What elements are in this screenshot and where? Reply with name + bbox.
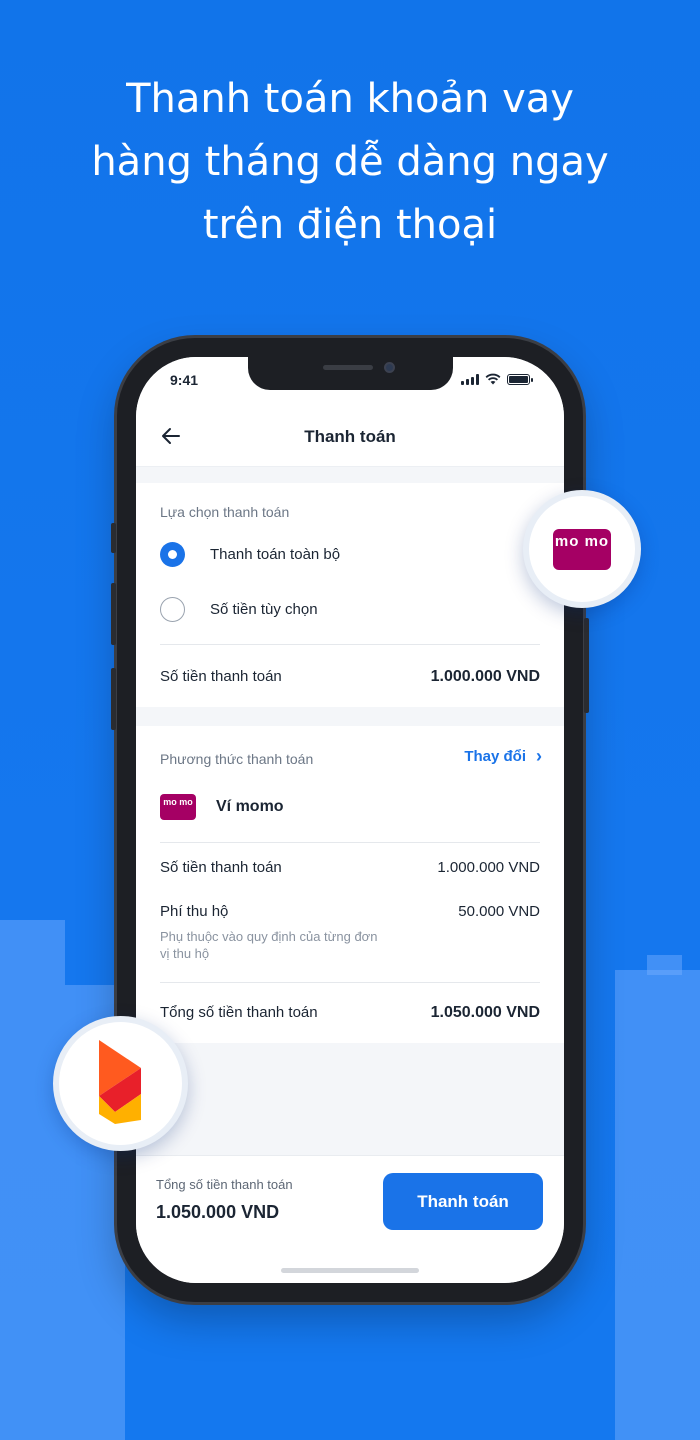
phone-power-button [584,618,589,713]
phone-volume-up [111,583,116,645]
bottom-total-value: 1.050.000 VND [156,1202,280,1222]
phone-notch [248,357,453,390]
home-indicator [281,1268,419,1273]
page-title: Thanh toán [304,427,396,446]
momo-logo-icon: mo mo [553,529,611,570]
payment-options-label: Lựa chọn thanh toán [160,504,290,520]
payment-method-label: Phương thức thanh toán [160,751,314,767]
change-label: Thay đổi [464,748,526,765]
divider [160,982,540,983]
status-icons [461,373,533,385]
amount-label: Số tiền thanh toán [160,859,282,876]
wifi-icon [485,373,501,385]
fee-value: 50.000 VND [458,903,540,920]
chevron-right-icon: › [536,746,542,766]
bottom-bar: Tổng số tiền thanh toán 1.050.000 VND Th… [136,1155,564,1283]
amount-row: Số tiền thanh toán 1.000.000 VND [160,668,540,686]
momo-badge: mo mo [523,490,641,608]
option-label: Thanh toán toàn bộ [210,546,341,563]
option-custom-amount[interactable]: Số tiền tùy chọn [160,597,318,622]
building-shape [0,920,65,1440]
status-time: 9:41 [170,372,199,388]
phone-volume-down [111,668,116,730]
total-value: 1.050.000 VND [430,1004,540,1021]
pay-button[interactable]: Thanh toán [383,1173,543,1230]
payment-method-card: Phương thức thanh toán Thay đổi › mo mo … [136,726,564,1043]
fee-row: Phí thu hộ 50.000 VND [160,903,540,920]
fee-label: Phí thu hộ [160,903,229,920]
signal-icon [461,373,479,385]
momo-logo-icon: mo mo [160,794,196,820]
radio-selected-icon[interactable] [160,542,185,567]
building-shape [647,955,682,975]
phone-frame: 9:41 Thanh toán Lựa chọn thanh toán Than… [111,338,589,1302]
brand-badge [53,1016,188,1151]
amount-value: 1.000.000 VND [430,668,540,685]
total-row: Tổng số tiền thanh toán 1.050.000 VND [160,1004,540,1022]
brand-logo-icon [99,1040,141,1124]
headline-line-3: trên điện thoại [202,202,498,248]
divider [160,644,540,645]
headline: Thanh toán khoản vay hàng tháng dễ dàng … [0,68,700,257]
headline-line-1: Thanh toán khoản vay [126,76,574,122]
payment-options-card: Lựa chọn thanh toán Thanh toán toàn bộ S… [136,483,564,707]
app-bar: Thanh toán [136,407,564,467]
divider [160,842,540,843]
headline-line-2: hàng tháng dễ dàng ngay [91,139,609,185]
option-full-payment[interactable]: Thanh toán toàn bộ [160,542,340,567]
radio-unselected-icon[interactable] [160,597,185,622]
battery-icon [507,373,533,385]
building-shape [615,970,700,1440]
phone-screen: 9:41 Thanh toán Lựa chọn thanh toán Than… [136,357,564,1283]
wallet-name: Ví momo [216,798,284,815]
fee-note: Phụ thuộc vào quy định của từng đơn vị t… [160,929,378,961]
bottom-total-label: Tổng số tiền thanh toán [156,1177,293,1192]
change-method-link[interactable]: Thay đổi › [464,746,542,766]
amount-row: Số tiền thanh toán 1.000.000 VND [160,859,540,876]
phone-side-button [111,523,116,553]
option-label: Số tiền tùy chọn [210,601,318,618]
amount-value: 1.000.000 VND [437,859,540,876]
amount-label: Số tiền thanh toán [160,668,282,685]
